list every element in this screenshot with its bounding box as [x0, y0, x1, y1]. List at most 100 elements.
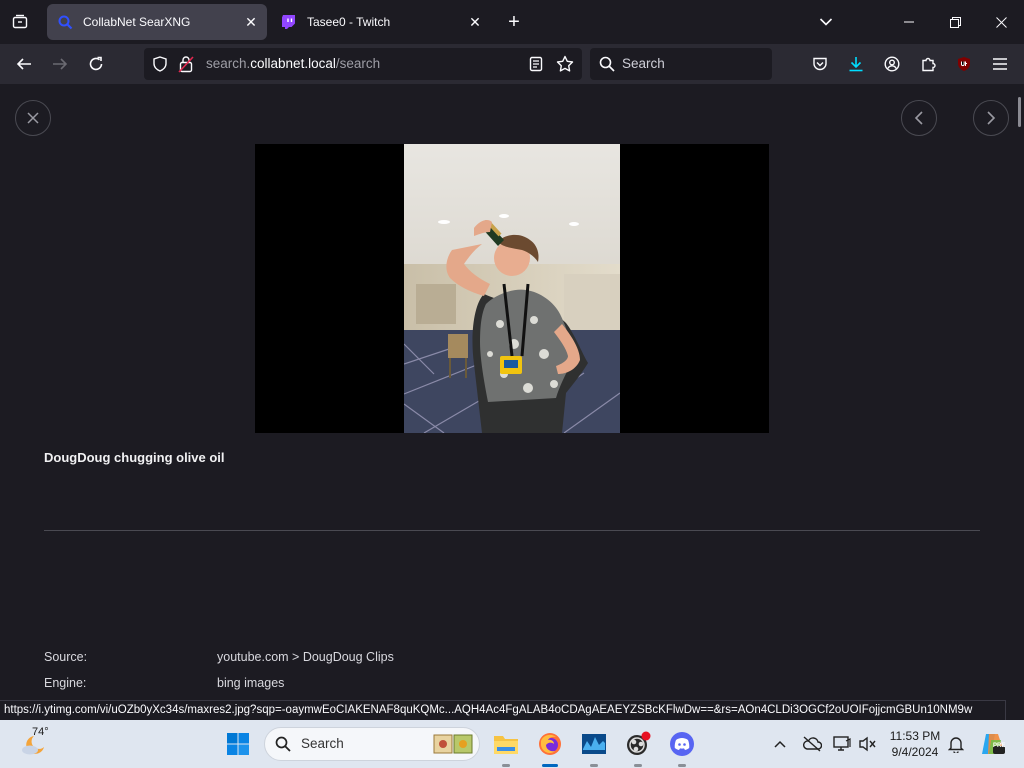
taskbar-search-box[interactable]: Search — [264, 727, 480, 761]
running-indicator — [502, 764, 510, 767]
minimize-button[interactable] — [886, 0, 932, 44]
copilot-button[interactable]: PRE — [976, 728, 1008, 760]
show-hidden-icons-button[interactable] — [764, 728, 796, 760]
chevron-up-icon — [774, 740, 786, 748]
firefox-taskbar-button[interactable] — [534, 728, 566, 760]
close-icon — [27, 112, 39, 124]
arrow-right-icon — [53, 58, 68, 70]
windows-logo-icon — [227, 733, 249, 755]
discord-icon — [670, 732, 694, 756]
ublock-icon — [958, 57, 970, 71]
previous-result-button[interactable] — [901, 100, 937, 136]
cloud-offline-icon — [803, 736, 822, 752]
notifications-button[interactable] — [940, 728, 972, 760]
search-placeholder: Search — [622, 56, 665, 71]
puzzle-icon — [922, 57, 936, 72]
next-result-button[interactable] — [973, 100, 1009, 136]
close-detail-button[interactable] — [15, 100, 51, 136]
engine-label: Engine: — [44, 676, 87, 690]
address-bar[interactable]: search.collabnet.local/search — [144, 48, 582, 80]
search-highlight-icon — [433, 734, 473, 754]
result-image — [404, 144, 620, 433]
search-bar[interactable]: Search — [590, 48, 772, 80]
ublock-origin-button[interactable] — [950, 50, 978, 78]
bell-icon — [948, 737, 964, 753]
pre-badge: PRE — [993, 743, 1006, 749]
close-tab-icon[interactable]: ✕ — [463, 10, 487, 34]
source-label: Source: — [44, 650, 88, 664]
chevron-down-icon — [819, 18, 833, 26]
forward-button[interactable] — [46, 50, 74, 78]
windows-taskbar: 74° Search 11:53 PM 9/4/2024 PRE — [0, 720, 1024, 768]
tab-overflow-button[interactable] — [812, 8, 840, 36]
twitch-favicon-icon — [281, 14, 297, 30]
waveform-chart-icon — [582, 734, 606, 754]
account-icon — [884, 56, 900, 72]
monitor-icon — [833, 736, 851, 751]
close-window-button[interactable] — [978, 0, 1024, 44]
tab-twitch[interactable]: Tasee0 - Twitch ✕ — [271, 4, 491, 40]
discord-taskbar-button[interactable] — [666, 728, 698, 760]
search-icon — [275, 736, 291, 752]
account-button[interactable] — [878, 50, 906, 78]
back-button[interactable] — [10, 50, 38, 78]
reload-button[interactable] — [82, 50, 110, 78]
tracking-protection-shield-icon[interactable] — [152, 56, 168, 77]
start-button[interactable] — [222, 728, 254, 760]
onedrive-tray-button[interactable] — [796, 728, 828, 760]
tab-collabnet-searxng[interactable]: CollabNet SearXNG ✕ — [47, 4, 267, 40]
tab-manager-icon — [12, 14, 28, 29]
folder-icon — [494, 736, 518, 754]
downloads-button[interactable] — [842, 50, 870, 78]
page-content: DougDoug chugging olive oil Source: yout… — [0, 84, 1024, 700]
close-tab-icon[interactable]: ✕ — [239, 10, 263, 34]
extensions-button[interactable] — [914, 50, 942, 78]
minimize-icon — [904, 21, 914, 23]
restore-button[interactable] — [932, 0, 978, 44]
taskbar-search-label: Search — [301, 736, 344, 751]
navigation-toolbar: search.collabnet.local/search Search — [0, 44, 1024, 84]
hamburger-menu-icon — [993, 58, 1007, 70]
searxng-favicon-icon — [57, 14, 73, 30]
weather-temperature: 74° — [32, 726, 49, 738]
weather-widget[interactable]: 74° — [14, 726, 74, 762]
download-icon — [849, 57, 863, 72]
running-indicator — [678, 764, 686, 767]
new-tab-button[interactable]: + — [500, 8, 528, 36]
divider — [44, 530, 980, 531]
link-status-bar: https://i.ytimg.com/vi/uOZb0yXc34s/maxre… — [0, 700, 1006, 720]
close-icon — [995, 16, 1007, 28]
result-title: DougDoug chugging olive oil — [44, 450, 225, 465]
reader-view-button[interactable] — [528, 56, 544, 77]
tab-title: CollabNet SearXNG — [83, 15, 191, 29]
insecure-lock-icon[interactable] — [178, 55, 194, 78]
url-text: search.collabnet.local/search — [206, 56, 381, 71]
image-preview[interactable] — [255, 144, 769, 433]
app-menu-button[interactable] — [986, 50, 1014, 78]
scrollbar-thumb[interactable] — [1018, 97, 1021, 127]
firefox-icon — [539, 733, 561, 755]
pocket-icon — [813, 57, 827, 71]
restore-icon — [949, 16, 961, 28]
star-icon — [556, 55, 574, 72]
chevron-left-icon — [914, 111, 923, 125]
arrow-left-icon — [16, 58, 31, 70]
bookmark-star-button[interactable] — [556, 55, 574, 78]
file-explorer-taskbar-button[interactable] — [490, 728, 522, 760]
active-indicator — [542, 764, 558, 767]
reader-view-icon — [529, 56, 543, 72]
obs-icon — [627, 731, 651, 755]
tab-title: Tasee0 - Twitch — [307, 15, 391, 29]
reload-icon — [89, 56, 103, 71]
engine-value: bing images — [217, 676, 285, 690]
chevron-right-icon — [987, 111, 996, 125]
list-all-tabs-button[interactable] — [6, 8, 34, 36]
speaker-muted-icon — [859, 736, 876, 752]
monitor-app-taskbar-button[interactable] — [578, 728, 610, 760]
plus-icon: + — [508, 10, 520, 33]
source-value: youtube.com > DougDoug Clips — [217, 650, 394, 664]
obs-taskbar-button[interactable] — [622, 728, 654, 760]
tab-strip: CollabNet SearXNG ✕ Tasee0 - Twitch ✕ + — [0, 0, 1024, 44]
pocket-button[interactable] — [806, 50, 834, 78]
running-indicator — [590, 764, 598, 767]
